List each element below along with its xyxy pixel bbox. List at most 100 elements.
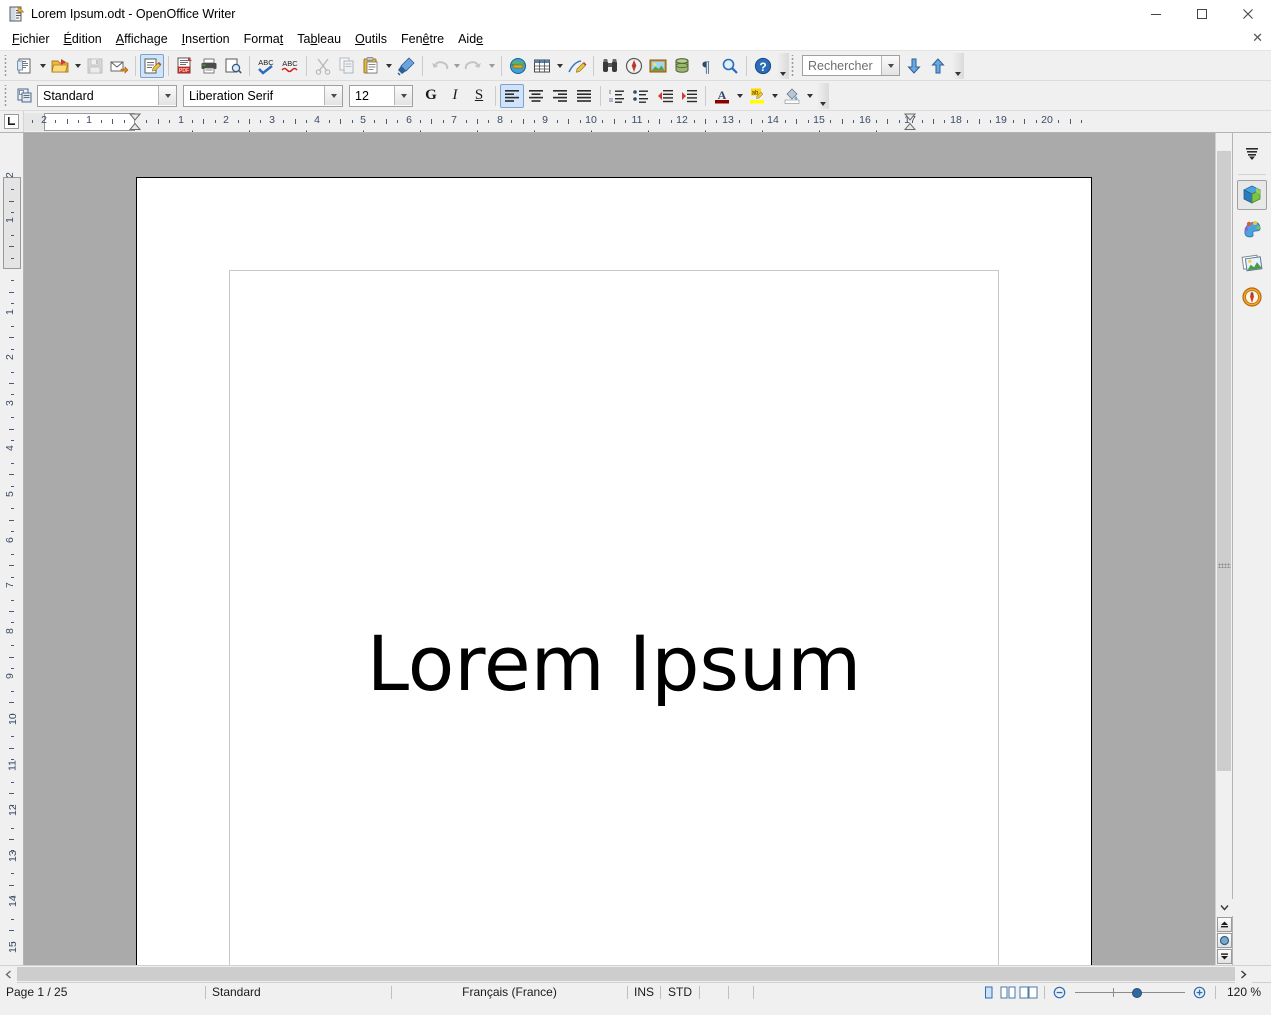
pencil-draw-icon[interactable]	[565, 54, 589, 78]
maximize-button[interactable]	[1179, 0, 1225, 27]
vertical-ruler[interactable]: 21123456789101112131415	[0, 133, 24, 965]
copy-pages-icon[interactable]	[335, 54, 359, 78]
status-zoom-value[interactable]: 120 %	[1221, 983, 1271, 1002]
ruler-tab-stop[interactable]	[189, 125, 196, 132]
multi-page-icon[interactable]	[999, 984, 1019, 1000]
ruler-tab-stop[interactable]	[759, 125, 766, 132]
abc-checkmark-icon[interactable]: ABC	[254, 54, 278, 78]
ruler-tab-stop[interactable]	[474, 125, 481, 132]
font-name-dropdown-icon[interactable]	[324, 86, 342, 105]
book-view-icon[interactable]	[1019, 984, 1039, 1000]
clipboard-icon[interactable]	[359, 54, 383, 78]
scissors-icon[interactable]	[311, 54, 335, 78]
properties-cube-icon[interactable]	[1237, 180, 1267, 210]
search-input-text[interactable]: Rechercher	[803, 59, 881, 73]
open-folder-icon[interactable]	[48, 54, 72, 78]
bold-button[interactable]: G	[419, 84, 443, 108]
ruler-tab-stop[interactable]	[246, 125, 253, 132]
redo-dropdown[interactable]	[486, 54, 497, 78]
paragraph-style-icon[interactable]	[13, 84, 37, 108]
left-indent-marker[interactable]	[129, 113, 141, 131]
align-right-icon[interactable]	[548, 84, 572, 108]
menu-affichage[interactable]: Affichage	[109, 29, 175, 49]
undo-dropdown[interactable]	[451, 54, 462, 78]
zoom-slider[interactable]	[1075, 984, 1185, 1001]
ruler-tab-stop[interactable]	[702, 125, 709, 132]
menu-fichier[interactable]: Fichier	[5, 29, 57, 49]
status-signature-indicator[interactable]	[729, 983, 753, 1002]
paste-dropdown[interactable]	[383, 54, 394, 78]
next-page-icon[interactable]	[1217, 949, 1232, 964]
gallery-picture-icon[interactable]	[646, 54, 670, 78]
search-dropdown-icon[interactable]	[881, 56, 899, 75]
navigation-ball-icon[interactable]	[1217, 933, 1232, 948]
envelope-arrow-icon[interactable]	[107, 54, 131, 78]
sidebar-menu-icon[interactable]	[1237, 138, 1267, 168]
table-grid-icon[interactable]	[530, 54, 554, 78]
status-page-style[interactable]: Standard	[206, 983, 391, 1002]
horizontal-scrollbar[interactable]	[0, 965, 1271, 982]
standard-toolbar-overflow[interactable]	[777, 53, 789, 79]
font-size-dropdown-icon[interactable]	[394, 86, 412, 105]
status-page-number[interactable]: Page 1 / 25	[0, 983, 205, 1002]
ruler-tab-stop[interactable]	[816, 125, 823, 132]
printer-icon[interactable]	[197, 54, 221, 78]
paintbrush-icon[interactable]	[394, 54, 418, 78]
menu-aide[interactable]: Aide	[451, 29, 490, 49]
close-document-button[interactable]: ✕	[1252, 30, 1263, 46]
search-toolbar-grip[interactable]	[790, 55, 797, 77]
edit-pencil-icon[interactable]	[140, 54, 164, 78]
compass-icon[interactable]	[622, 54, 646, 78]
highlight-color-dropdown[interactable]	[769, 84, 780, 108]
italic-button[interactable]: I	[443, 84, 467, 108]
format-toolbar-overflow[interactable]	[817, 83, 829, 109]
magnifier-icon[interactable]	[718, 54, 742, 78]
find-down-arrow-icon[interactable]	[902, 54, 926, 78]
menu-format[interactable]: Format	[237, 29, 291, 49]
tab-left-icon[interactable]	[0, 111, 24, 132]
gallery-images-icon[interactable]	[1237, 248, 1267, 278]
ruler-tab-stop[interactable]	[303, 125, 310, 132]
paragraph-style-dropdown-icon[interactable]	[158, 86, 176, 105]
background-color-dropdown[interactable]	[804, 84, 815, 108]
ruler-top-margin[interactable]	[3, 177, 21, 269]
scroll-left-icon[interactable]	[0, 966, 17, 983]
ruler-tab-stop[interactable]	[531, 125, 538, 132]
menu-edition[interactable]: Édition	[57, 29, 109, 49]
save-floppy-icon[interactable]	[83, 54, 107, 78]
menu-outils[interactable]: Outils	[348, 29, 394, 49]
menu-insertion[interactable]: Insertion	[175, 29, 237, 49]
pdf-export-icon[interactable]: PDF	[173, 54, 197, 78]
menu-fenetre[interactable]: Fenêtre	[394, 29, 451, 49]
single-page-icon[interactable]	[979, 984, 999, 1000]
increase-indent-icon[interactable]	[677, 84, 701, 108]
zoom-in-button[interactable]	[1190, 984, 1210, 1000]
scroll-down-icon[interactable]	[1216, 899, 1233, 916]
align-center-icon[interactable]	[524, 84, 548, 108]
font-name-combo[interactable]: Liberation Serif	[183, 85, 343, 107]
pilcrow-icon[interactable]: ¶	[694, 54, 718, 78]
globe-link-icon[interactable]	[506, 54, 530, 78]
document-title-text[interactable]: Lorem Ipsum	[137, 626, 1091, 702]
binoculars-icon[interactable]	[598, 54, 622, 78]
paragraph-style-value[interactable]: Standard	[38, 89, 158, 103]
ruler-tab-stop[interactable]	[645, 125, 652, 132]
close-button[interactable]	[1225, 0, 1271, 27]
background-color-icon[interactable]	[780, 84, 804, 108]
minimize-button[interactable]	[1133, 0, 1179, 27]
align-justify-icon[interactable]	[572, 84, 596, 108]
underline-button[interactable]: S	[467, 84, 491, 108]
document-canvas[interactable]: Lorem Ipsum	[24, 133, 1215, 965]
paragraph-style-combo[interactable]: Standard	[37, 85, 177, 107]
status-section-info[interactable]	[754, 983, 979, 1002]
ruler-tab-stop[interactable]	[588, 125, 595, 132]
abc-underline-icon[interactable]: ABC	[278, 54, 302, 78]
numbered-list-icon[interactable]: I II	[605, 84, 629, 108]
insert-table-dropdown[interactable]	[554, 54, 565, 78]
document-page[interactable]: Lorem Ipsum	[136, 177, 1092, 965]
horizontal-ruler[interactable]: 211234567891011121314151617181920	[24, 111, 1271, 132]
ruler-tab-stop[interactable]	[417, 125, 424, 132]
open-document-dropdown[interactable]	[72, 54, 83, 78]
toolbar-grip[interactable]	[3, 55, 10, 77]
status-insert-mode[interactable]: INS	[628, 983, 660, 1002]
